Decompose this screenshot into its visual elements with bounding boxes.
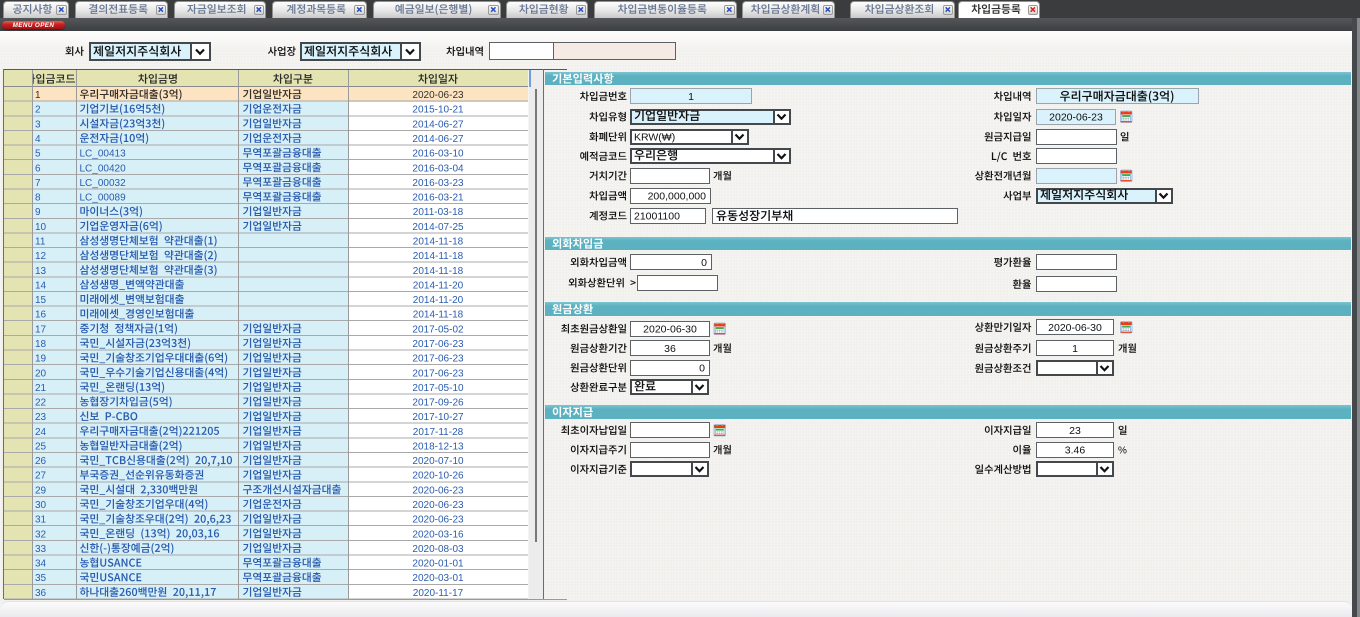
svg-text:1: 1 [688, 91, 694, 103]
svg-text:2: 2 [35, 105, 41, 116]
svg-text:2020-06-23: 2020-06-23 [412, 500, 464, 511]
svg-text:36: 36 [664, 343, 676, 355]
svg-text:2014-11-18: 2014-11-18 [413, 266, 464, 277]
svg-text:1: 1 [1072, 343, 1078, 355]
svg-text:6: 6 [35, 163, 41, 174]
svg-text:10: 10 [35, 222, 47, 233]
svg-text:2016-03-04: 2016-03-04 [412, 163, 464, 174]
svg-text:32: 32 [35, 529, 47, 540]
svg-text:36: 36 [35, 588, 47, 599]
svg-text:2014-06-27: 2014-06-27 [412, 134, 464, 145]
svg-text:2014-11-20: 2014-11-20 [413, 295, 464, 306]
svg-text:2016-03-23: 2016-03-23 [412, 178, 464, 189]
svg-text:14: 14 [35, 280, 47, 291]
svg-text:2018-12-13: 2018-12-13 [412, 441, 464, 452]
svg-text:17: 17 [35, 324, 47, 335]
svg-text:7: 7 [35, 178, 41, 189]
svg-text:KRW(₩): KRW(₩) [634, 132, 675, 144]
svg-text:12: 12 [35, 251, 47, 262]
svg-text:19: 19 [35, 354, 47, 365]
svg-text:2020-06-23: 2020-06-23 [412, 485, 464, 496]
svg-text:%: % [1118, 446, 1127, 457]
svg-text:2017-06-23: 2017-06-23 [412, 368, 464, 379]
svg-text:13: 13 [35, 266, 47, 277]
svg-text:26: 26 [35, 456, 47, 467]
svg-text:2017-05-10: 2017-05-10 [412, 383, 464, 394]
svg-text:3.46: 3.46 [1065, 445, 1086, 457]
svg-text:2014-11-18: 2014-11-18 [413, 237, 464, 248]
svg-text:LC_00089: LC_00089 [80, 193, 127, 204]
svg-text:11: 11 [35, 237, 46, 248]
svg-text:2014-07-25: 2014-07-25 [412, 222, 464, 233]
svg-text:LC_00420: LC_00420 [80, 163, 127, 174]
svg-text:15: 15 [35, 295, 47, 306]
svg-text:2020-06-30: 2020-06-30 [1048, 322, 1102, 334]
svg-text:2017-06-23: 2017-06-23 [412, 339, 464, 350]
svg-text:16: 16 [35, 310, 47, 321]
svg-text:1: 1 [35, 90, 41, 101]
svg-text:2011-03-18: 2011-03-18 [413, 207, 464, 218]
svg-text:9: 9 [35, 207, 41, 218]
svg-text:2020-08-03: 2020-08-03 [412, 544, 464, 555]
svg-text:34: 34 [35, 559, 47, 570]
svg-text:18: 18 [35, 339, 47, 350]
svg-text:2014-11-18: 2014-11-18 [413, 251, 464, 262]
svg-text:2020-06-23: 2020-06-23 [412, 90, 464, 101]
svg-text:2020-10-26: 2020-10-26 [412, 471, 464, 482]
svg-text:5: 5 [35, 149, 41, 160]
svg-text:2016-03-21: 2016-03-21 [412, 193, 464, 204]
svg-text:20: 20 [35, 368, 47, 379]
svg-text:23: 23 [35, 412, 47, 423]
svg-text:LC_00032: LC_00032 [80, 178, 127, 189]
svg-text:2020-03-16: 2020-03-16 [412, 529, 464, 540]
svg-text:35: 35 [35, 573, 47, 584]
svg-text:8: 8 [35, 193, 41, 204]
svg-text:2014-11-20: 2014-11-20 [413, 280, 464, 291]
svg-text:25: 25 [35, 441, 47, 452]
svg-text:2017-09-26: 2017-09-26 [412, 398, 464, 409]
svg-text:2020-06-23: 2020-06-23 [1049, 112, 1103, 124]
svg-text:2017-11-28: 2017-11-28 [413, 427, 464, 438]
svg-text:31: 31 [35, 515, 47, 526]
svg-text:33: 33 [35, 544, 47, 555]
svg-text:2020-06-23: 2020-06-23 [412, 515, 464, 526]
svg-text:24: 24 [35, 427, 47, 438]
svg-text:22: 22 [35, 398, 47, 409]
svg-text:2020-06-30: 2020-06-30 [643, 324, 697, 336]
svg-text:0: 0 [701, 257, 707, 269]
svg-text:3: 3 [35, 119, 41, 130]
svg-text:2015-10-21: 2015-10-21 [412, 105, 464, 116]
svg-text:23: 23 [1069, 425, 1081, 437]
svg-text:MENU OPEN: MENU OPEN [13, 22, 55, 29]
svg-text:2017-05-02: 2017-05-02 [412, 324, 464, 335]
svg-text:2020-01-01: 2020-01-01 [412, 559, 464, 570]
svg-text:LC_00413: LC_00413 [80, 149, 127, 160]
svg-text:2020-11-17: 2020-11-17 [413, 588, 464, 599]
svg-text:200,000,000: 200,000,000 [648, 191, 707, 203]
svg-text:2017-10-27: 2017-10-27 [412, 412, 464, 423]
svg-text:30: 30 [35, 500, 47, 511]
svg-text:21: 21 [35, 383, 47, 394]
svg-text:29: 29 [35, 485, 47, 496]
svg-text:2020-07-10: 2020-07-10 [412, 456, 464, 467]
svg-text:2014-11-18: 2014-11-18 [413, 310, 464, 321]
svg-text:0: 0 [699, 363, 705, 375]
svg-text:27: 27 [35, 471, 47, 482]
svg-text:2016-03-10: 2016-03-10 [412, 149, 464, 160]
svg-text:2017-06-23: 2017-06-23 [412, 354, 464, 365]
svg-text:4: 4 [35, 134, 41, 145]
svg-text:2014-06-27: 2014-06-27 [412, 119, 464, 130]
svg-text:21001100: 21001100 [634, 211, 680, 223]
svg-text:2020-03-01: 2020-03-01 [412, 573, 464, 584]
